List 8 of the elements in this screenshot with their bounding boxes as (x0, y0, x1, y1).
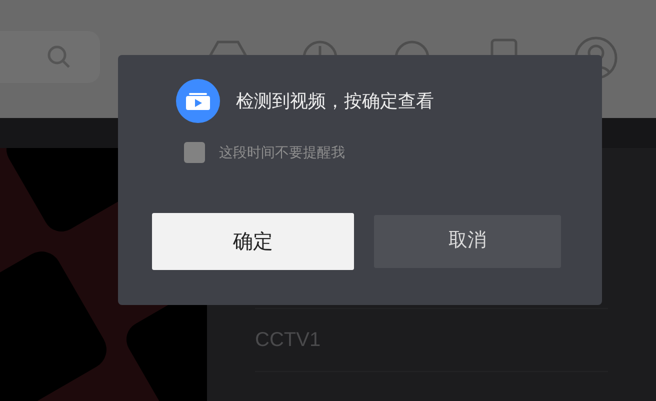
confirm-button[interactable]: 确定 (152, 213, 354, 270)
cancel-button[interactable]: 取消 (374, 215, 561, 268)
dialog-message: 检测到视频，按确定查看 (236, 90, 434, 112)
search-field[interactable] (0, 31, 100, 83)
checkbox-label: 这段时间不要提醒我 (219, 143, 345, 162)
video-folder-icon (176, 79, 220, 123)
checkbox[interactable] (184, 142, 205, 163)
search-icon (46, 44, 72, 70)
